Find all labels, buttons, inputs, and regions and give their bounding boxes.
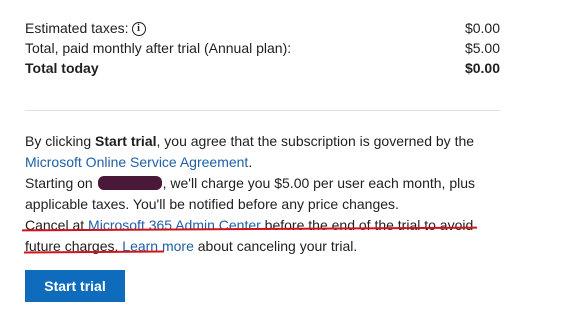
redacted-date <box>97 176 162 190</box>
cancel-text-3: about canceling your trial. <box>193 238 358 254</box>
agreement-text: By clicking <box>25 133 96 149</box>
service-agreement-link[interactable]: Microsoft Online Service Agreement <box>25 154 248 170</box>
agreement-text-2: , you agree that the subscription is gov… <box>156 133 475 149</box>
total-today-label: Total today <box>25 60 99 76</box>
estimated-taxes-value: $0.00 <box>464 20 500 36</box>
trial-terms: By clicking Start trial, you agree that … <box>25 131 510 257</box>
order-summary: Estimated taxes: i $0.00 Total, paid mont… <box>25 18 500 78</box>
start-trial-button[interactable]: Start trial <box>25 270 125 302</box>
charge-text: Starting on <box>25 175 97 191</box>
total-today-value: $0.00 <box>464 60 500 76</box>
agreement-period: . <box>248 154 253 170</box>
estimated-taxes-label: Estimated taxes: <box>25 20 129 36</box>
estimated-taxes-row: Estimated taxes: i $0.00 <box>25 18 500 38</box>
start-trial-emphasis: Start trial <box>95 133 157 149</box>
monthly-total-row: Total, paid monthly after trial (Annual … <box>25 38 500 58</box>
agreement-paragraph: By clicking Start trial, you agree that … <box>25 131 510 173</box>
charge-paragraph: Starting on , we'll charge you $5.00 per… <box>25 173 510 215</box>
monthly-total-value: $5.00 <box>464 40 500 56</box>
info-circle-icon[interactable]: i <box>131 22 146 36</box>
section-divider <box>25 110 500 111</box>
monthly-total-label: Total, paid monthly after trial (Annual … <box>25 40 292 56</box>
estimated-taxes-label-wrap: Estimated taxes: i <box>25 18 146 38</box>
total-today-row: Total today $0.00 <box>25 58 500 78</box>
